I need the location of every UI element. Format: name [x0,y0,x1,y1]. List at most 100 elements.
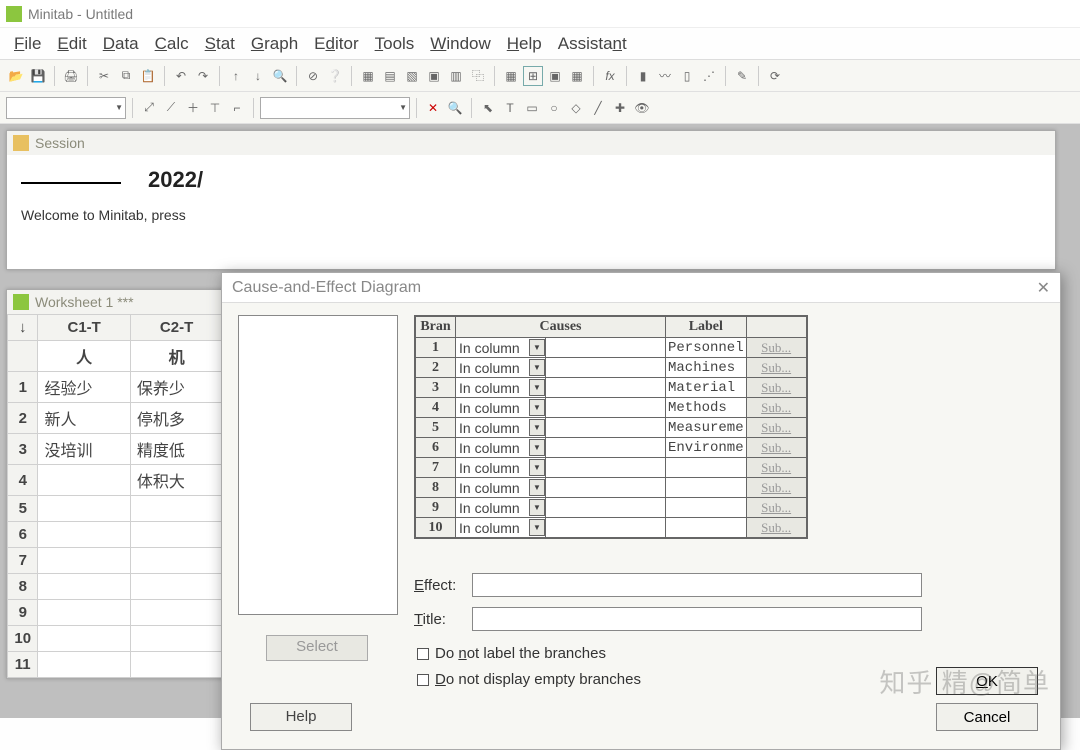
cause-column-cell[interactable] [546,358,666,378]
cell[interactable]: 经验少 [38,372,130,403]
menu-assistant[interactable]: Assistant [558,34,627,54]
menu-tools[interactable]: Tools [375,34,415,54]
effect-input[interactable] [472,573,922,597]
sub-button[interactable]: Sub... [746,438,806,458]
corner-icon[interactable]: ⌐ [227,98,247,118]
menu-graph[interactable]: Graph [251,34,298,54]
row-header[interactable]: 2 [8,403,38,434]
plus-icon[interactable]: ＋ [183,98,203,118]
cell[interactable]: 体积大 [130,465,222,496]
pointer-icon[interactable]: ⤢ [139,98,159,118]
cell[interactable] [38,548,130,574]
dropdown-arrow-icon[interactable]: ▼ [529,419,545,436]
row-header[interactable]: 7 [8,548,38,574]
dropdown-arrow-icon[interactable]: ▼ [529,459,545,476]
branch-label-cell[interactable] [666,478,747,498]
tool-2-icon[interactable]: ▥ [446,66,466,86]
dropdown-arrow-icon[interactable]: ▼ [529,519,545,536]
cause-type-dropdown[interactable]: In column▼ [456,458,546,478]
cell[interactable]: 新人 [38,403,130,434]
circle-icon[interactable]: ○ [544,98,564,118]
session-titlebar[interactable]: Session [7,131,1055,155]
cause-type-dropdown[interactable]: In column▼ [456,498,546,518]
sub-button[interactable]: Sub... [746,418,806,438]
menu-help[interactable]: Help [507,34,542,54]
title-input[interactable] [472,607,922,631]
save-icon[interactable]: 💾 [28,66,48,86]
zoom-icon[interactable]: 🔍 [445,98,465,118]
cell[interactable] [38,522,130,548]
cell[interactable] [38,626,130,652]
branch-label-cell[interactable]: Methods [666,398,747,418]
row-header[interactable]: 10 [8,626,38,652]
find-icon[interactable]: 🔍 [270,66,290,86]
row-header[interactable]: 6 [8,522,38,548]
mark-icon[interactable]: ✚ [610,98,630,118]
menu-file[interactable]: File [14,34,41,54]
cause-column-cell[interactable] [546,398,666,418]
line-icon[interactable]: ⟋ [161,98,181,118]
cell[interactable] [38,652,130,678]
column-selector[interactable]: ▼ [6,97,126,119]
cell[interactable] [38,496,130,522]
menu-calc[interactable]: Calc [155,34,189,54]
cancel-button[interactable]: Cancel [936,703,1038,731]
cell[interactable] [130,496,222,522]
cause-type-dropdown[interactable]: In column▼ [456,358,546,378]
sub-button[interactable]: Sub... [746,378,806,398]
menu-edit[interactable]: Edit [57,34,86,54]
layout-icon[interactable]: ⊞ [523,66,543,86]
cursor-icon[interactable]: ⬉ [478,98,498,118]
cause-column-cell[interactable] [546,498,666,518]
cancel-icon[interactable]: ⊘ [303,66,323,86]
menu-data[interactable]: Data [103,34,139,54]
paste-icon[interactable]: 📋 [138,66,158,86]
sub-button[interactable]: Sub... [746,478,806,498]
row-header[interactable]: 4 [8,465,38,496]
cause-column-cell[interactable] [546,418,666,438]
cell[interactable] [130,600,222,626]
menu-editor[interactable]: Editor [314,34,358,54]
sub-button[interactable]: Sub... [746,498,806,518]
sub-button[interactable]: Sub... [746,358,806,378]
seg-icon[interactable]: ╱ [588,98,608,118]
row-name-blank[interactable] [8,341,38,372]
col-header[interactable]: C1-T [38,315,130,341]
cause-type-dropdown[interactable]: In column▼ [456,338,546,358]
branch-label-cell[interactable] [666,518,747,538]
branch-label-cell[interactable]: Machines [666,358,747,378]
eye-icon[interactable]: 👁 [632,98,652,118]
col-name[interactable]: 人 [38,341,130,372]
close-icon[interactable]: ✕ [1037,278,1050,298]
refresh-icon[interactable]: ⟳ [765,66,785,86]
cause-type-dropdown[interactable]: In column▼ [456,438,546,458]
dropdown-arrow-icon[interactable]: ▼ [529,339,545,356]
cell[interactable]: 精度低 [130,434,222,465]
close-graphs-icon[interactable]: ▦ [501,66,521,86]
cause-type-dropdown[interactable]: In column▼ [456,518,546,538]
help-icon[interactable]: ❔ [325,66,345,86]
cell[interactable] [38,574,130,600]
cell[interactable] [38,600,130,626]
cell[interactable]: 保养少 [130,372,222,403]
poly-icon[interactable]: ◇ [566,98,586,118]
dropdown-arrow-icon[interactable]: ▼ [529,379,545,396]
rect-icon[interactable]: ▭ [522,98,542,118]
branch-label-cell[interactable]: Personnel [666,338,747,358]
cause-column-cell[interactable] [546,518,666,538]
col-name[interactable]: 机 [130,341,222,372]
down-icon[interactable]: ↓ [248,66,268,86]
font-selector[interactable]: ▼ [260,97,410,119]
corner-cell[interactable]: ↓ [8,315,38,341]
cause-type-dropdown[interactable]: In column▼ [456,378,546,398]
dialog-titlebar[interactable]: Cause-and-Effect Diagram ✕ [222,273,1060,303]
tool-5-icon[interactable]: ▦ [567,66,587,86]
cause-type-dropdown[interactable]: In column▼ [456,478,546,498]
cause-column-cell[interactable] [546,438,666,458]
check-no-empty-box[interactable] [417,674,429,686]
show-session-icon[interactable]: ▦ [358,66,378,86]
sub-button[interactable]: Sub... [746,518,806,538]
sub-button[interactable]: Sub... [746,398,806,418]
branch-label-cell[interactable]: Measureme [666,418,747,438]
cause-type-dropdown[interactable]: In column▼ [456,398,546,418]
